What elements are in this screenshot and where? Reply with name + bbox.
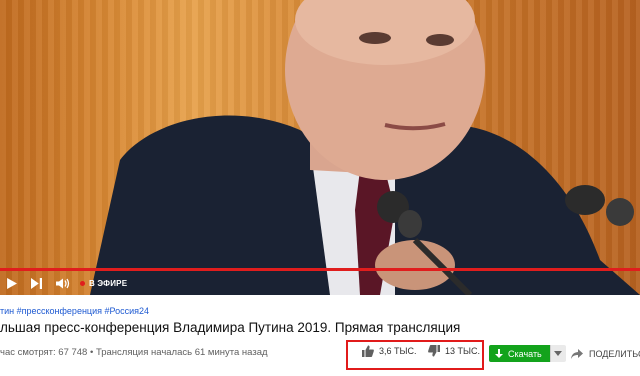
- like-count: 3,6 тыс.: [379, 346, 417, 356]
- download-label: Скачать: [508, 348, 542, 359]
- next-icon[interactable]: [31, 278, 42, 289]
- hashtags[interactable]: тин #прессконференция #Россия24: [0, 306, 149, 316]
- video-title: льшая пресс-конференция Владимира Путина…: [0, 320, 461, 335]
- download-button[interactable]: Скачать: [489, 345, 550, 362]
- player-controls: В ЭФИРЕ: [0, 272, 640, 295]
- progress-fill: [0, 268, 640, 271]
- live-dot: [80, 281, 85, 286]
- viewers-count: час смотрят: 67 748: [0, 347, 88, 358]
- video-frame: [90, 0, 640, 295]
- progress-bar[interactable]: [0, 268, 640, 271]
- dislike-button[interactable]: 13 тыс.: [428, 345, 480, 357]
- thumbs-down-icon: [428, 345, 440, 357]
- video-player[interactable]: В ЭФИРЕ: [0, 0, 640, 295]
- download-options-button[interactable]: [549, 345, 566, 362]
- share-icon: [571, 348, 583, 359]
- play-icon[interactable]: [6, 278, 17, 289]
- view-info: час смотрят: 67 748 • Трансляция началас…: [0, 347, 268, 358]
- dislike-count: 13 тыс.: [445, 346, 480, 356]
- volume-icon[interactable]: [56, 278, 70, 289]
- live-label[interactable]: В ЭФИРЕ: [89, 279, 127, 288]
- like-button[interactable]: 3,6 тыс.: [362, 345, 416, 357]
- download-icon: [495, 348, 503, 359]
- share-button[interactable]: ПОДЕЛИТЬС: [571, 345, 640, 362]
- stream-started: Трансляция началась 61 минута назад: [95, 347, 268, 358]
- download-control: Скачать: [489, 345, 566, 362]
- share-label: ПОДЕЛИТЬС: [589, 348, 640, 359]
- thumbs-up-icon: [362, 345, 374, 357]
- chevron-down-icon: [554, 351, 563, 356]
